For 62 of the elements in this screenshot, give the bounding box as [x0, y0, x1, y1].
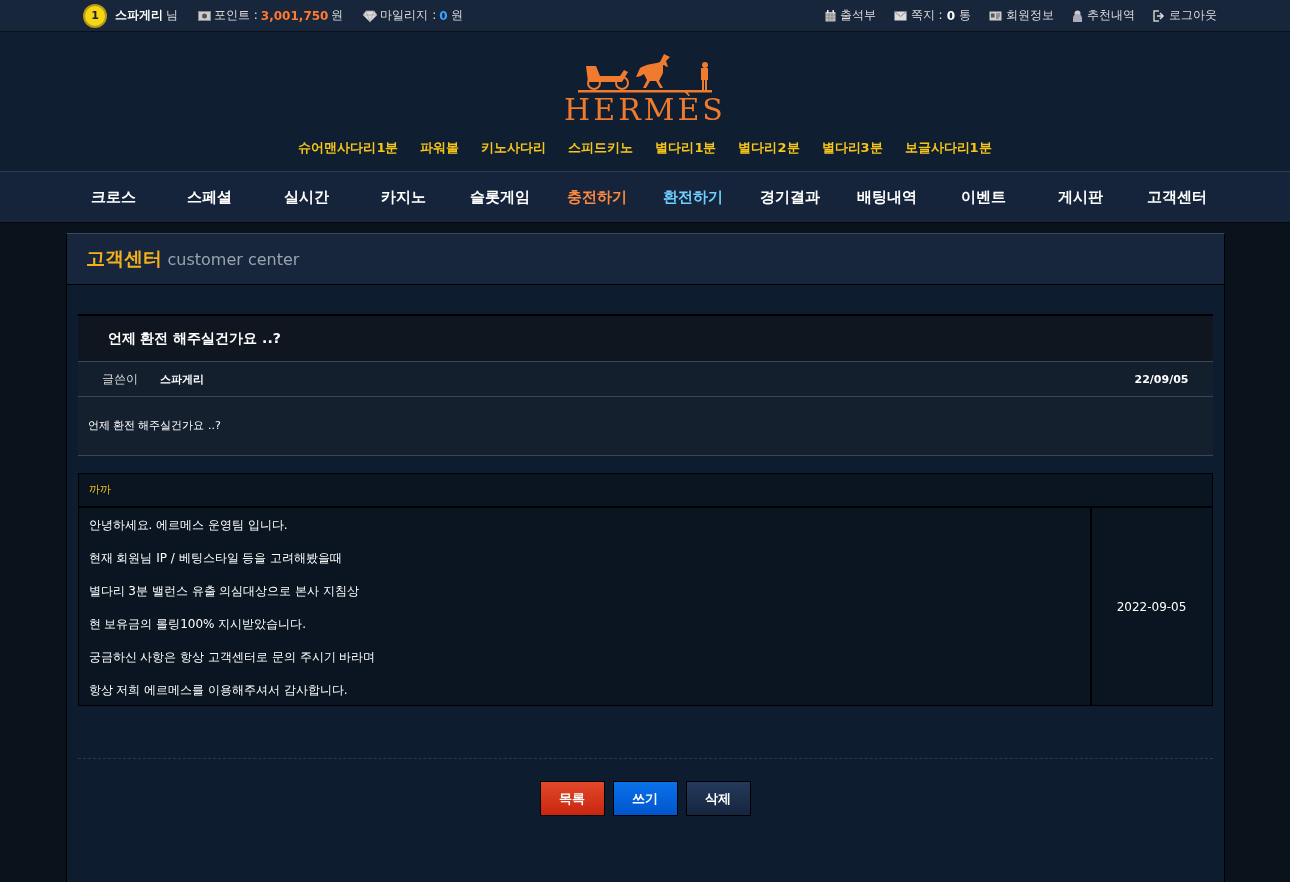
nav-item[interactable]: 이벤트	[935, 187, 1032, 207]
game-link[interactable]: 키노사다리	[481, 139, 547, 157]
nav-item[interactable]: 충전하기	[548, 187, 645, 207]
top-link[interactable]: 회원정보	[989, 7, 1054, 24]
points-unit: 원	[331, 7, 344, 24]
list-button[interactable]: 목록	[539, 781, 605, 816]
nav-item[interactable]: 경기결과	[742, 187, 839, 207]
author-name: 스파게리	[159, 371, 204, 387]
mileage-unit: 원	[450, 7, 463, 24]
post-date: 22/09/05	[1134, 372, 1189, 386]
post-title: 언제 환전 해주실건가요 ..?	[77, 316, 1213, 362]
logout-icon	[1153, 9, 1165, 22]
top-link[interactable]: 추천내역	[1072, 7, 1135, 24]
reply-line: 궁금하신 사항은 항상 고객센터로 문의 주시기 바라며	[88, 649, 377, 666]
reply-line: 현 보유금의 롤링100% 지시받았습니다.	[88, 616, 308, 633]
page-title: 고객센터	[85, 246, 162, 271]
messages-unit: 통	[959, 7, 971, 24]
reply-line: 별다리 3분 밸런스 유출 의심대상으로 본사 지침상	[88, 583, 361, 600]
brand-logo-text: HERMÈS	[564, 94, 726, 126]
game-link[interactable]: 별다리2분	[738, 139, 800, 157]
top-link[interactable]: 출석부	[824, 7, 876, 24]
reply-line: 안녕하세요. 에르메스 운영팀 입니다.	[88, 517, 289, 534]
mail-icon	[893, 10, 907, 21]
top-link[interactable]: 로그아웃	[1153, 7, 1217, 24]
diamond-icon	[363, 9, 378, 22]
message-count: 0	[946, 8, 955, 23]
write-button[interactable]: 쓰기	[612, 781, 678, 816]
mileage-value: 0	[439, 8, 448, 23]
post-body: 언제 환전 해주실건가요 ..?	[77, 397, 1213, 456]
game-link[interactable]: 슈어맨사다리1분	[298, 139, 399, 157]
points-label: 포인트 :	[214, 7, 258, 24]
nav-item[interactable]: 고객센터	[1128, 187, 1225, 207]
page-subtitle: customer center	[167, 249, 300, 269]
reply-line: 항상 저희 에르메스를 이용해주셔서 감사합니다.	[88, 682, 349, 699]
game-link[interactable]: 별다리1분	[655, 139, 717, 157]
nav-item[interactable]: 스페셜	[161, 187, 258, 207]
user-suffix: 님	[166, 7, 178, 24]
author-label: 글쓴이	[101, 370, 139, 388]
reply-line: 현재 회원님 IP / 베팅스타일 등을 고려해봤을때	[88, 550, 344, 567]
level-star-badge: 1	[85, 5, 105, 26]
person-icon	[1072, 9, 1083, 22]
messages-label: 쪽지 :	[910, 7, 943, 24]
nav-item[interactable]: 배팅내역	[838, 187, 935, 207]
game-link[interactable]: 스피드키노	[568, 139, 634, 157]
game-link[interactable]: 파워볼	[420, 139, 460, 157]
nav-item[interactable]: 게시판	[1032, 187, 1129, 207]
user-name: 스파게리	[115, 7, 163, 24]
nav-item[interactable]: 카지노	[355, 187, 452, 207]
mileage-label: 마일리지 :	[380, 7, 437, 24]
messages-link[interactable]: 쪽지 : 0 통	[893, 7, 971, 24]
points-value: 3,001,750	[260, 8, 329, 23]
nav-item[interactable]: 환전하기	[645, 187, 742, 207]
nav-item[interactable]: 크로스	[65, 187, 161, 207]
nav-item[interactable]: 실시간	[258, 187, 355, 207]
game-link[interactable]: 보글사다리1분	[904, 139, 992, 157]
banknote-icon	[198, 10, 211, 21]
game-link[interactable]: 별다리3분	[821, 139, 883, 157]
calendar-icon	[824, 9, 836, 22]
nav-item[interactable]: 슬롯게임	[451, 187, 548, 207]
id-card-icon	[989, 10, 1002, 21]
reply-date: 2022-09-05	[1115, 598, 1188, 616]
delete-button[interactable]: 삭제	[685, 781, 751, 816]
